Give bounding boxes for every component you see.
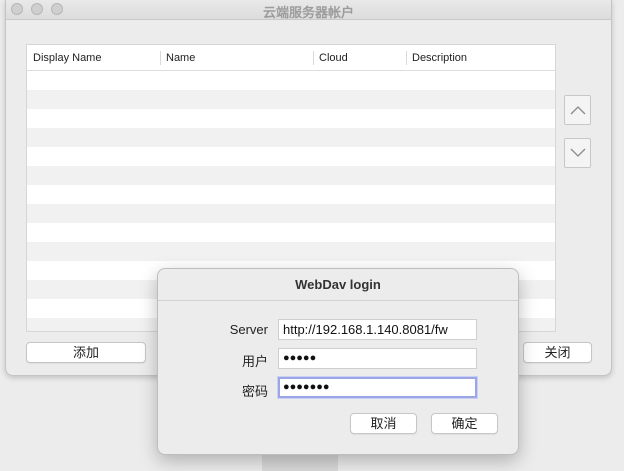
table-row[interactable] — [27, 109, 555, 128]
dialog-divider — [158, 300, 518, 301]
move-down-button[interactable] — [564, 138, 591, 168]
move-up-button[interactable] — [564, 95, 591, 125]
password-input[interactable]: ●●●●●●● — [278, 377, 477, 398]
table-row[interactable] — [27, 204, 555, 223]
table-header: Display Name Name Cloud Description — [27, 45, 555, 71]
dialog-title: WebDav login — [295, 277, 381, 292]
column-separator — [406, 51, 407, 65]
webdav-login-dialog: WebDav login Server http://192.168.1.140… — [157, 268, 519, 455]
server-input[interactable]: http://192.168.1.140.8081/fw — [278, 319, 477, 340]
user-input[interactable]: ●●●●● — [278, 348, 477, 369]
server-label: Server — [229, 322, 268, 337]
window-title: 云端服务器帐户 — [262, 5, 354, 20]
chevron-up-icon — [570, 106, 585, 115]
column-header-cloud[interactable]: Cloud — [319, 45, 348, 71]
table-row[interactable] — [27, 90, 555, 109]
table-row[interactable] — [27, 185, 555, 204]
user-label: 用户 — [241, 354, 268, 369]
column-header-description[interactable]: Description — [412, 45, 467, 71]
table-row[interactable] — [27, 223, 555, 242]
column-header-display-name[interactable]: Display Name — [33, 45, 101, 71]
column-separator — [313, 51, 314, 65]
chevron-down-icon — [570, 148, 585, 157]
title-bar: 云端服务器帐户 — [6, 0, 611, 20]
ok-button[interactable]: 确定 — [431, 413, 498, 434]
table-row[interactable] — [27, 242, 555, 261]
column-header-name[interactable]: Name — [166, 45, 195, 71]
column-separator — [160, 51, 161, 65]
table-row[interactable] — [27, 166, 555, 185]
close-button[interactable]: 关闭 — [523, 342, 592, 363]
table-row[interactable] — [27, 147, 555, 166]
password-label: 密码 — [241, 384, 268, 399]
table-row[interactable] — [27, 71, 555, 90]
background-window-edge — [262, 455, 338, 471]
add-button[interactable]: 添加 — [26, 342, 146, 363]
cancel-button[interactable]: 取消 — [350, 413, 417, 434]
table-row[interactable] — [27, 128, 555, 147]
